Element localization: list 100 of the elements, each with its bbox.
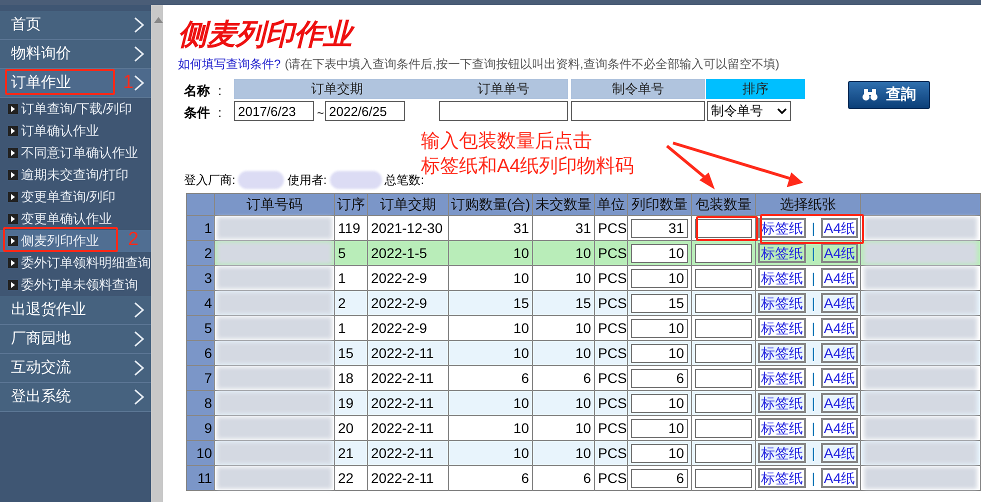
- label-paper-link[interactable]: 标签纸: [758, 368, 806, 388]
- input-field[interactable]: [695, 344, 752, 362]
- sort-dropdown[interactable]: 制令单号: [707, 101, 791, 121]
- help-link[interactable]: 如何填写查询条件?: [178, 57, 281, 71]
- input-field[interactable]: 2017/6/23: [234, 101, 314, 121]
- label-paper-link[interactable]: 标签纸: [758, 293, 806, 313]
- submenu-item[interactable]: 委外订单领料明细查询: [0, 252, 151, 274]
- separator-text: |: [812, 244, 816, 263]
- chevron-icon: [134, 17, 145, 33]
- sidebar-item[interactable]: 首页: [0, 11, 151, 40]
- input-field[interactable]: 10: [631, 244, 688, 262]
- bullet-icon: [8, 280, 18, 290]
- separator-text: |: [812, 268, 816, 288]
- input-field[interactable]: [695, 218, 752, 238]
- row-number: 7: [186, 366, 214, 390]
- input-field[interactable]: 10: [631, 344, 688, 362]
- page-title: 侧麦列印作业: [178, 19, 981, 51]
- label-paper-link[interactable]: 标签纸: [758, 468, 806, 488]
- a4-paper-link[interactable]: A4纸: [820, 468, 858, 488]
- input-field[interactable]: [695, 318, 752, 338]
- input-field[interactable]: 2022/6/25: [325, 101, 405, 121]
- table-row[interactable]: 2 5 2022-1-5 10 10 PCS 10 标签纸 | A4纸: [186, 240, 980, 266]
- scrollbar[interactable]: [151, 5, 163, 502]
- search-button[interactable]: 查詢: [848, 81, 930, 109]
- sidebar-item[interactable]: 出退货作业: [0, 296, 151, 325]
- table-row[interactable]: 5 1 2022-2-9 10 10 PCS 10 标签纸 | A4纸: [186, 316, 980, 340]
- submenu-item[interactable]: 变更单确认作业: [0, 208, 151, 230]
- a4-paper-link[interactable]: A4纸: [820, 418, 858, 438]
- table-row[interactable]: 11 22 2022-2-11 6 6 PCS 6 标签纸 | A4纸: [186, 466, 980, 490]
- label-paper-link[interactable]: 标签纸: [758, 418, 806, 438]
- input-field[interactable]: [439, 101, 568, 121]
- chevron-icon: [134, 302, 145, 318]
- bullet-icon: [8, 126, 18, 136]
- annotation-number: 2: [128, 230, 139, 250]
- input-field[interactable]: 6: [631, 468, 688, 488]
- input-field[interactable]: 10: [631, 318, 688, 338]
- separator-text: |: [812, 468, 816, 488]
- input-field[interactable]: 6: [631, 368, 688, 388]
- label-paper-link[interactable]: 标签纸: [758, 343, 806, 363]
- a4-paper-link[interactable]: A4纸: [820, 368, 858, 388]
- table-row[interactable]: 3 1 2022-2-9 10 10 PCS 10 标签纸 | A4纸: [186, 266, 980, 290]
- annotation-number: 1: [123, 73, 134, 93]
- label-paper-link[interactable]: 标签纸: [758, 268, 806, 288]
- label-paper-link[interactable]: 标签纸: [758, 218, 806, 238]
- table-cell: 6: [532, 466, 594, 490]
- a4-paper-link[interactable]: A4纸: [820, 443, 858, 463]
- label-paper-link[interactable]: 标签纸: [758, 393, 806, 413]
- a4-paper-link[interactable]: A4纸: [820, 218, 858, 238]
- bullet-icon: [8, 258, 18, 268]
- label-paper-link[interactable]: 标签纸: [758, 243, 806, 263]
- table-row[interactable]: 9 20 2022-2-11 10 10 PCS 10 标签纸 | A4纸: [186, 416, 980, 440]
- input-field[interactable]: [571, 101, 705, 121]
- submenu-item[interactable]: 订单确认作业: [0, 120, 151, 142]
- submenu-item[interactable]: 逾期未交查询/打印: [0, 164, 151, 186]
- redacted-blur: [238, 171, 284, 189]
- input-field[interactable]: 15: [631, 294, 688, 312]
- label-paper-link[interactable]: 标签纸: [758, 318, 806, 338]
- table-row[interactable]: 10 21 2022-2-11 10 10 PCS 10 标签纸 | A4纸: [186, 440, 980, 466]
- input-field[interactable]: 31: [631, 218, 688, 238]
- input-field[interactable]: 10: [631, 444, 688, 462]
- colon-text: :: [218, 104, 222, 122]
- table-row[interactable]: 1 119 2021-12-30 31 31 PCS 31 标签纸 | A4纸: [186, 216, 980, 240]
- table-cell: 6: [448, 466, 532, 490]
- bullet-icon: [8, 214, 18, 224]
- sidebar-item[interactable]: 互动交流: [0, 354, 151, 383]
- input-field[interactable]: [695, 294, 752, 312]
- submenu-item[interactable]: 变更单查询/列印: [0, 186, 151, 208]
- a4-paper-link[interactable]: A4纸: [820, 268, 858, 288]
- input-field[interactable]: [695, 444, 752, 462]
- input-field[interactable]: [695, 244, 752, 262]
- a4-paper-link[interactable]: A4纸: [820, 393, 858, 413]
- table-row[interactable]: 6 15 2022-2-11 10 10 PCS 10 标签纸 | A4纸: [186, 340, 980, 366]
- chevron-icon: [134, 46, 145, 62]
- label-paper-link[interactable]: 标签纸: [758, 443, 806, 463]
- row-number: 11: [186, 466, 214, 490]
- input-field[interactable]: [695, 394, 752, 412]
- input-field[interactable]: 10: [631, 394, 688, 412]
- sidebar-item[interactable]: 物料询价: [0, 40, 151, 69]
- input-field[interactable]: [695, 418, 752, 438]
- a4-paper-link[interactable]: A4纸: [820, 343, 858, 363]
- table-row[interactable]: 7 18 2022-2-11 6 6 PCS 6 标签纸 | A4纸: [186, 366, 980, 390]
- input-field[interactable]: 10: [631, 418, 688, 438]
- input-field[interactable]: 10: [631, 268, 688, 288]
- input-field[interactable]: [695, 468, 752, 488]
- sidebar-item[interactable]: 厂商园地: [0, 325, 151, 354]
- a4-paper-link[interactable]: A4纸: [820, 243, 858, 263]
- separator-text: |: [812, 218, 816, 238]
- sidebar-item[interactable]: 登出系统: [0, 383, 151, 412]
- input-field[interactable]: [695, 268, 752, 288]
- a4-paper-link[interactable]: A4纸: [820, 318, 858, 338]
- bullet-icon: [8, 104, 18, 114]
- submenu-item[interactable]: 订单查询/下载/列印: [0, 98, 151, 120]
- field-label: 名称: [184, 82, 210, 100]
- table-row[interactable]: 4 2 2022-2-9 15 15 PCS 15 标签纸 | A4纸: [186, 290, 980, 316]
- submenu-item[interactable]: 委外订单未领料查询: [0, 274, 151, 296]
- input-field[interactable]: [695, 368, 752, 388]
- table-row[interactable]: 8 19 2022-2-11 10 10 PCS 10 标签纸 | A4纸: [186, 390, 980, 416]
- a4-paper-link[interactable]: A4纸: [820, 293, 858, 313]
- submenu-item[interactable]: 不同意订单确认作业: [0, 142, 151, 164]
- separator-text: |: [812, 394, 816, 413]
